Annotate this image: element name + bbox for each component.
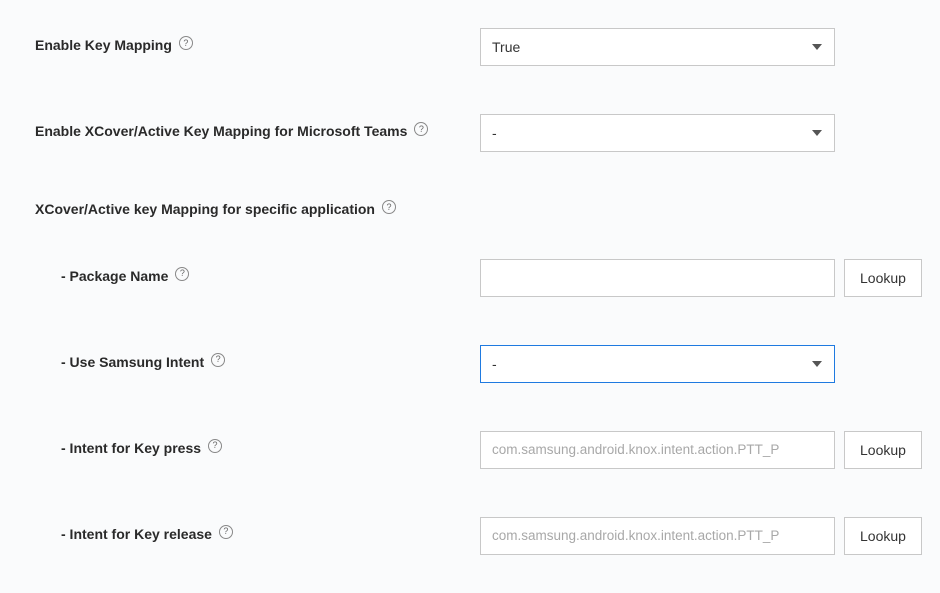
row-xcover-section-header: XCover/Active key Mapping for specific a… <box>35 200 905 219</box>
label-package-name: - Package Name ? <box>35 259 480 286</box>
select-enable-xcover-teams[interactable]: - <box>480 114 835 152</box>
row-package-name: - Package Name ? Lookup <box>35 259 905 297</box>
lookup-button-key-press[interactable]: Lookup <box>844 431 922 469</box>
help-icon[interactable]: ? <box>211 353 225 367</box>
label-text: - Intent for Key release <box>61 525 212 544</box>
label-text: Enable XCover/Active Key Mapping for Mic… <box>35 122 407 141</box>
label-intent-key-press: - Intent for Key press ? <box>35 431 480 458</box>
input-intent-key-press[interactable] <box>480 431 835 469</box>
select-use-samsung-intent[interactable]: - <box>480 345 835 383</box>
help-icon[interactable]: ? <box>414 122 428 136</box>
row-intent-key-release: - Intent for Key release ? Lookup <box>35 517 905 555</box>
label-xcover-section: XCover/Active key Mapping for specific a… <box>35 200 480 219</box>
help-icon[interactable]: ? <box>219 525 233 539</box>
label-text: - Intent for Key press <box>61 439 201 458</box>
input-package-name[interactable] <box>480 259 835 297</box>
control-col: True <box>480 28 835 66</box>
lookup-button-package-name[interactable]: Lookup <box>844 259 922 297</box>
row-use-samsung-intent: - Use Samsung Intent ? - <box>35 345 905 383</box>
chevron-down-icon <box>812 44 822 50</box>
label-intent-key-release: - Intent for Key release ? <box>35 517 480 544</box>
label-enable-key-mapping: Enable Key Mapping ? <box>35 28 480 55</box>
control-col: - <box>480 114 835 152</box>
label-text: - Use Samsung Intent <box>61 353 204 372</box>
control-col: - <box>480 345 835 383</box>
chevron-down-icon <box>812 361 822 367</box>
select-enable-key-mapping[interactable]: True <box>480 28 835 66</box>
label-text: XCover/Active key Mapping for specific a… <box>35 200 375 219</box>
lookup-button-key-release[interactable]: Lookup <box>844 517 922 555</box>
control-col: Lookup <box>480 517 922 555</box>
help-icon[interactable]: ? <box>382 200 396 214</box>
select-value: - <box>492 125 497 141</box>
label-text: - Package Name <box>61 267 168 286</box>
row-intent-key-press: - Intent for Key press ? Lookup <box>35 431 905 469</box>
select-value: - <box>492 356 497 372</box>
help-icon[interactable]: ? <box>208 439 222 453</box>
label-use-samsung-intent: - Use Samsung Intent ? <box>35 345 480 372</box>
label-enable-xcover-teams: Enable XCover/Active Key Mapping for Mic… <box>35 114 480 141</box>
help-icon[interactable]: ? <box>179 36 193 50</box>
row-enable-xcover-teams: Enable XCover/Active Key Mapping for Mic… <box>35 114 905 152</box>
control-col: Lookup <box>480 431 922 469</box>
select-value: True <box>492 39 520 55</box>
label-text: Enable Key Mapping <box>35 36 172 55</box>
input-intent-key-release[interactable] <box>480 517 835 555</box>
help-icon[interactable]: ? <box>175 267 189 281</box>
chevron-down-icon <box>812 130 822 136</box>
control-col: Lookup <box>480 259 922 297</box>
row-enable-key-mapping: Enable Key Mapping ? True <box>35 28 905 66</box>
